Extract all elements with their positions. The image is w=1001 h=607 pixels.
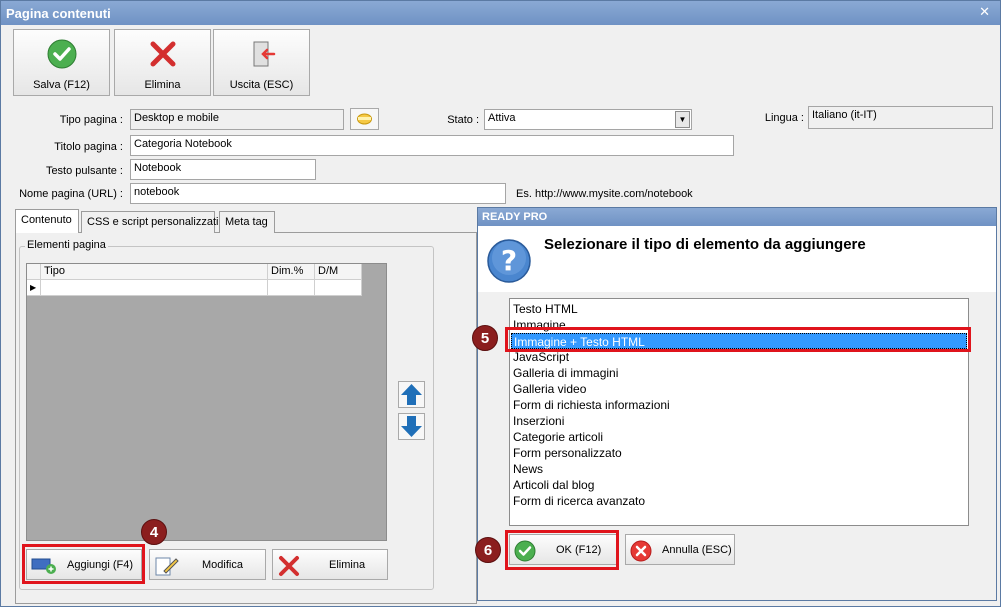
tab-contenuto-label: Contenuto (21, 214, 72, 226)
highlight-selected-item (505, 327, 971, 352)
window-title: Pagina contenuti (6, 6, 111, 21)
nome-pagina-label: Nome pagina (URL) : (19, 188, 123, 200)
exit-door-icon (253, 41, 276, 67)
exit-button-label: Uscita (ESC) (229, 79, 294, 91)
delete-toolbar-label: Elimina (144, 79, 181, 91)
cancel-button[interactable]: Annulla (ESC) (625, 534, 735, 565)
callout-4: 4 (141, 519, 167, 545)
cancel-icon (630, 540, 652, 562)
row-cell-dim (268, 280, 315, 296)
url-hint: Es. http://www.mysite.com/notebook (516, 188, 693, 200)
list-item[interactable]: Testo HTML (511, 301, 967, 317)
move-down-button[interactable] (398, 413, 425, 440)
list-item[interactable]: Form personalizzato (511, 445, 967, 461)
lingua-label: Lingua : (764, 112, 804, 124)
tipo-pagina-picker-button[interactable] (350, 108, 379, 130)
row-cell-tipo (41, 280, 268, 296)
tipo-pagina-field[interactable]: Desktop e mobile (130, 109, 344, 130)
tab-css-script[interactable]: CSS e script personalizzati (81, 211, 219, 233)
grid-col-dim[interactable]: Dim.% (268, 264, 315, 280)
edit-pencil-icon (155, 557, 179, 576)
close-icon[interactable]: ✕ (979, 4, 990, 20)
folder-icon (357, 113, 372, 125)
elements-grid[interactable]: Tipo Dim.% D/M ▶ (26, 263, 387, 541)
dialog-prompt: Selezionare il tipo di elemento da aggiu… (544, 236, 866, 253)
table-row[interactable]: ▶ (27, 280, 362, 296)
question-icon: ? (487, 239, 531, 283)
delete-toolbar-button[interactable]: Elimina (114, 29, 211, 96)
stato-select-value: Attiva (488, 112, 516, 124)
highlight-ok-button (505, 530, 619, 570)
save-button[interactable]: Salva (F12) (13, 29, 110, 96)
tab-css-script-label: CSS e script personalizzati (87, 216, 219, 228)
list-item[interactable]: Galleria video (511, 381, 967, 397)
list-item[interactable]: Categorie articoli (511, 429, 967, 445)
grid-header-indicator (27, 264, 41, 280)
testo-pulsante-input[interactable]: Notebook (130, 159, 316, 180)
row-indicator-icon: ▶ (27, 280, 41, 296)
save-button-label: Salva (F12) (33, 79, 90, 91)
edit-element-label: Modifica (202, 559, 243, 571)
callout-6: 6 (475, 537, 501, 563)
list-item[interactable]: News (511, 461, 967, 477)
row-cell-dm (315, 280, 362, 296)
main-window: Pagina contenuti ✕ Salva (F12) Elimina U… (0, 0, 1001, 607)
list-item[interactable]: Galleria di immagini (511, 365, 967, 381)
checkmark-icon (47, 39, 77, 69)
stato-label: Stato : (447, 114, 479, 126)
tab-meta-tag[interactable]: Meta tag (219, 211, 275, 233)
list-item[interactable]: Form di ricerca avanzato (511, 493, 967, 509)
titolo-pagina-label: Titolo pagina : (54, 141, 123, 153)
arrow-down-icon (401, 416, 422, 437)
dialog-title: READY PRO (482, 211, 548, 223)
exit-button[interactable]: Uscita (ESC) (213, 29, 310, 96)
titolo-pagina-input[interactable]: Categoria Notebook (130, 135, 734, 156)
tipo-pagina-label: Tipo pagina : (59, 114, 123, 126)
dialog-header: ? Selezionare il tipo di elemento da agg… (478, 226, 996, 292)
edit-element-button[interactable]: Modifica (149, 549, 266, 580)
testo-pulsante-label: Testo pulsante : (45, 165, 123, 177)
svg-text:?: ? (501, 244, 517, 277)
grid-col-dm[interactable]: D/M (315, 264, 362, 280)
stato-select[interactable]: Attiva ▼ (484, 109, 692, 130)
nome-pagina-input[interactable]: notebook (130, 183, 506, 204)
delete-element-label: Elimina (329, 559, 366, 571)
lingua-field: Italiano (it-IT) (808, 106, 993, 129)
grid-col-tipo[interactable]: Tipo (41, 264, 268, 280)
delete-element-button[interactable]: Elimina (272, 549, 388, 580)
cancel-button-label: Annulla (ESC) (662, 544, 732, 556)
arrow-up-icon (401, 384, 422, 405)
red-x-icon (279, 556, 299, 576)
list-item[interactable]: Inserzioni (511, 413, 967, 429)
window-titlebar: Pagina contenuti ✕ (1, 1, 1000, 25)
callout-5: 5 (472, 325, 498, 351)
list-item[interactable]: Articoli dal blog (511, 477, 967, 493)
dialog-titlebar: READY PRO (478, 208, 996, 226)
elements-group-title: Elementi pagina (25, 239, 108, 251)
grid-header: Tipo Dim.% D/M (27, 264, 362, 280)
list-item[interactable]: Form di richiesta informazioni (511, 397, 967, 413)
tab-meta-tag-label: Meta tag (225, 216, 268, 228)
chevron-down-icon[interactable]: ▼ (675, 111, 690, 128)
red-x-icon (150, 41, 176, 67)
move-up-button[interactable] (398, 381, 425, 408)
highlight-add-button (22, 544, 145, 584)
tab-contenuto[interactable]: Contenuto (15, 209, 79, 233)
